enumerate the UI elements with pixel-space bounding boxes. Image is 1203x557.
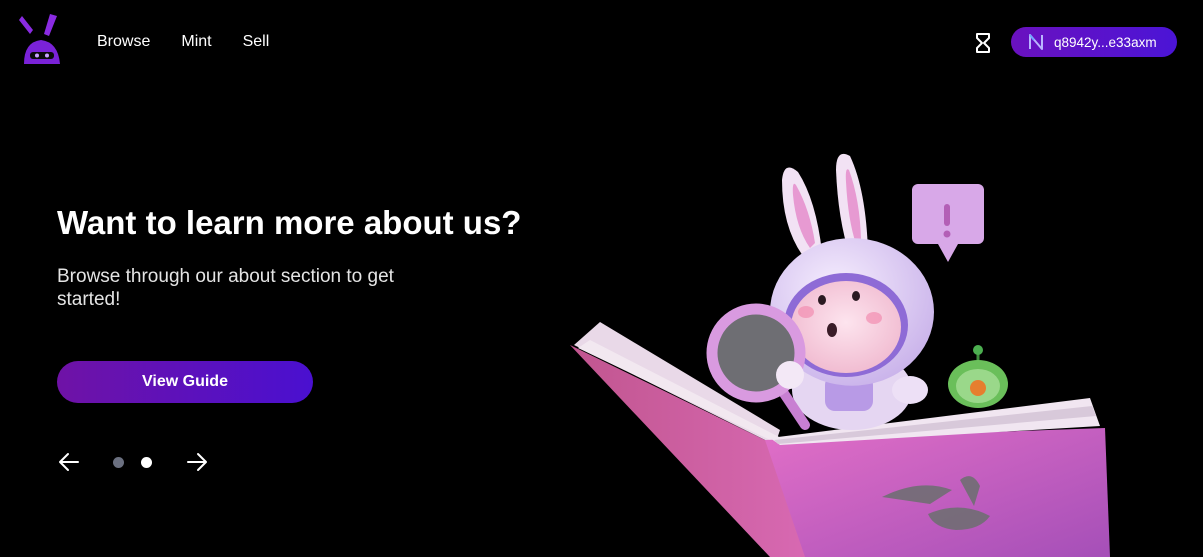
wallet-address: q8942y...e33axm <box>1054 34 1157 50</box>
hero-title: Want to learn more about us? <box>57 204 522 241</box>
astronaut-bunny-on-book-illustration <box>570 153 1110 557</box>
alert-bubble-icon <box>912 184 984 262</box>
carousel-dot-1[interactable] <box>113 457 124 468</box>
arrow-right-icon[interactable] <box>186 452 208 472</box>
nav-browse[interactable]: Browse <box>97 33 150 51</box>
hourglass-icon[interactable] <box>974 32 992 54</box>
carousel-dot-2-active[interactable] <box>141 457 152 468</box>
page: Browse Mint Sell q8942y...e33axm Want to… <box>0 0 1203 557</box>
near-protocol-icon <box>1029 34 1043 50</box>
mini-robot-icon <box>948 345 1008 408</box>
arrow-left-icon[interactable] <box>58 452 80 472</box>
hero-subtitle: Browse through our about section to get … <box>57 266 394 310</box>
bunny-logo-icon[interactable] <box>16 12 66 68</box>
nav-sell[interactable]: Sell <box>243 33 270 51</box>
main-nav: Browse Mint Sell <box>97 33 269 51</box>
wallet-button[interactable]: q8942y...e33axm <box>1011 27 1177 57</box>
nav-mint[interactable]: Mint <box>181 33 211 51</box>
view-guide-button[interactable]: View Guide <box>57 361 313 403</box>
